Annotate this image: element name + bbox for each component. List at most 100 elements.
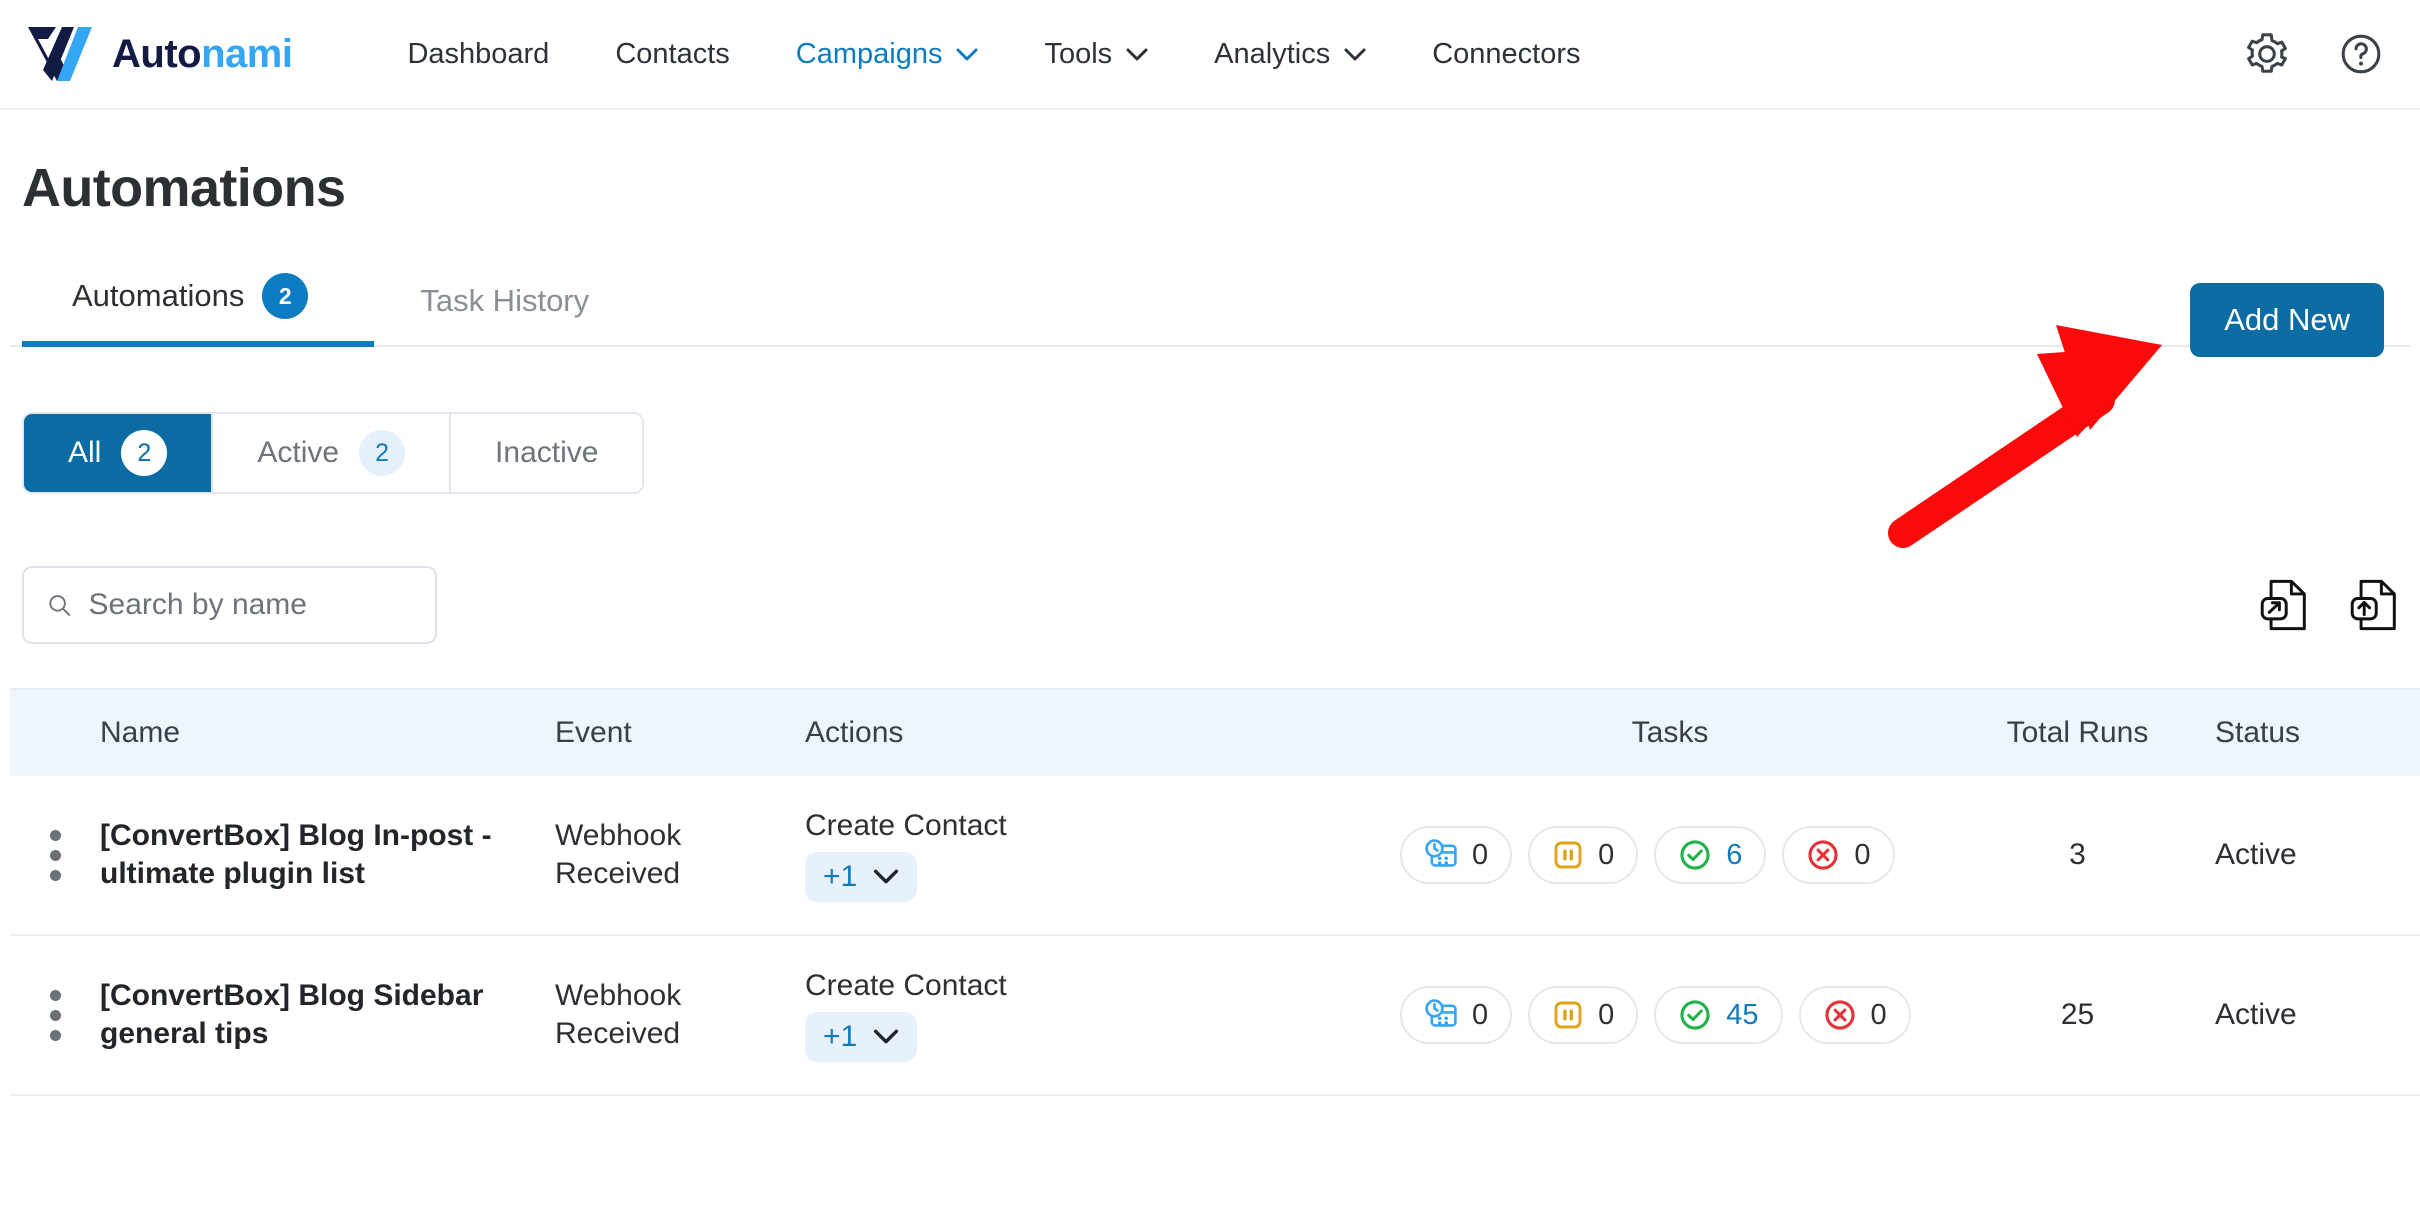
brand-logo[interactable]: Autonami [26,25,293,83]
task-count-scheduled: 0 [1472,998,1489,1031]
table-tools [2260,579,2398,631]
add-new-button[interactable]: Add New [2190,283,2384,357]
header-total-runs: Total Runs [2006,716,2149,749]
row-kebab-menu-icon[interactable] [10,829,100,881]
search-input[interactable] [88,588,413,622]
header-actions: Actions [805,716,904,749]
app-window: Autonami Dashboard Contacts Campaigns To… [0,0,2420,1210]
row-actions: Create Contact +1 [805,969,1400,1062]
tabs-section: Automations 2 Task History [10,273,2410,347]
search-and-tools-row [22,566,2398,644]
scheduled-calendar-clock-icon [1425,999,1457,1027]
tab-badge-count: 2 [262,273,309,319]
chevron-down-icon [874,1029,899,1044]
nav-item-contacts[interactable]: Contacts [582,38,762,71]
automations-table: Name Event Actions Tasks Total Runs Stat… [10,688,2420,1096]
pause-square-icon [1554,1001,1582,1029]
task-pill-failed[interactable]: 0 [1782,826,1895,884]
row-name[interactable]: [ConvertBox] Blog In-post - ultimate plu… [100,817,555,893]
row-tasks: 0 0 [1400,986,1940,1044]
help-circle-icon[interactable] [2338,31,2384,77]
filter-inactive[interactable]: Inactive [451,414,643,492]
row-action-more-badge[interactable]: +1 [805,1011,918,1062]
tab-task-history[interactable]: Task History [362,283,643,345]
main-nav: Dashboard Contacts Campaigns Tools Analy… [374,38,1613,71]
row-menu-cell [10,989,100,1041]
nav-item-label: Analytics [1214,37,1331,70]
gear-icon[interactable] [2244,31,2290,77]
nav-item-label: Connectors [1432,37,1581,70]
row-actions: Create Contact +1 [805,809,1400,902]
task-pill-completed[interactable]: 6 [1654,826,1767,884]
task-count-paused: 0 [1598,838,1615,871]
chevron-down-icon [956,48,978,60]
page-body: Automations Automations 2 Task History A… [0,157,2420,1096]
row-name[interactable]: [ConvertBox] Blog Sidebar general tips [100,977,555,1053]
row-status: Active [2215,838,2297,871]
filter-label: Active [257,436,340,469]
search-box[interactable] [22,566,437,644]
page-title: Automations [22,158,346,218]
task-pill-completed[interactable]: 45 [1654,986,1783,1044]
top-navigation-bar: Autonami Dashboard Contacts Campaigns To… [0,0,2420,110]
row-tasks: 0 0 [1400,826,1940,884]
filter-count: 2 [121,430,168,476]
filter-all[interactable]: All 2 [24,414,214,492]
nav-item-label: Campaigns [795,37,943,70]
x-circle-icon [1808,840,1839,870]
check-circle-icon [1680,840,1710,870]
nav-item-label: Dashboard [407,37,550,70]
table-header-row: Name Event Actions Tasks Total Runs Stat… [10,688,2420,776]
task-count-scheduled: 0 [1472,838,1489,871]
brand-name: Autonami [112,32,293,76]
x-circle-icon [1824,1000,1855,1030]
row-action-label: Create Contact [805,968,1007,1002]
brand-name-part2: nami [201,32,293,76]
nav-item-label: Tools [1044,37,1113,70]
tab-list: Automations 2 Task History [10,273,2410,347]
filter-active[interactable]: Active 2 [213,414,452,492]
task-pill-scheduled[interactable]: 0 [1400,826,1513,884]
header-tasks: Tasks [1631,716,1709,749]
chevron-down-icon [874,869,899,884]
brand-name-part1: Auto [112,32,202,76]
nav-item-dashboard[interactable]: Dashboard [374,38,582,71]
row-action-label: Create Contact [805,808,1007,842]
tab-label: Task History [420,283,590,318]
nav-item-tools[interactable]: Tools [1011,38,1181,71]
nav-item-campaigns[interactable]: Campaigns [763,38,1012,71]
chevron-down-icon [1344,48,1366,60]
task-pill-paused[interactable]: 0 [1528,986,1639,1044]
tab-label: Automations [72,278,245,313]
row-total-runs: 25 [2060,998,2095,1031]
task-count-failed: 0 [1854,838,1871,871]
filter-count: 2 [359,430,406,476]
header-name: Name [100,716,181,749]
filter-label: All [68,436,102,469]
row-event: Webhook Received [555,979,682,1050]
task-pill-failed[interactable]: 0 [1798,986,1911,1044]
row-kebab-menu-icon[interactable] [10,989,100,1041]
row-action-more-badge[interactable]: +1 [805,851,918,902]
search-icon [49,595,71,616]
nav-item-analytics[interactable]: Analytics [1181,38,1399,71]
task-count-paused: 0 [1598,998,1615,1031]
scheduled-calendar-clock-icon [1425,839,1457,867]
pause-square-icon [1554,841,1582,869]
nav-item-connectors[interactable]: Connectors [1399,38,1613,71]
status-filter-group: All 2 Active 2 Inactive [22,412,645,494]
task-pill-group: 0 0 [1400,986,1940,1044]
header-event: Event [555,716,632,749]
task-pill-scheduled[interactable]: 0 [1400,986,1513,1044]
export-file-icon[interactable] [2260,579,2308,631]
task-pill-group: 0 0 [1400,826,1940,884]
topbar-actions [2244,31,2384,77]
import-file-icon[interactable] [2350,579,2398,631]
row-status: Active [2215,998,2297,1031]
tab-automations[interactable]: Automations 2 [22,273,362,345]
row-menu-cell [10,829,100,881]
task-pill-paused[interactable]: 0 [1528,826,1639,884]
row-event: Webhook Received [555,819,682,890]
check-circle-icon [1680,1000,1710,1030]
active-tab-underline [22,341,374,347]
